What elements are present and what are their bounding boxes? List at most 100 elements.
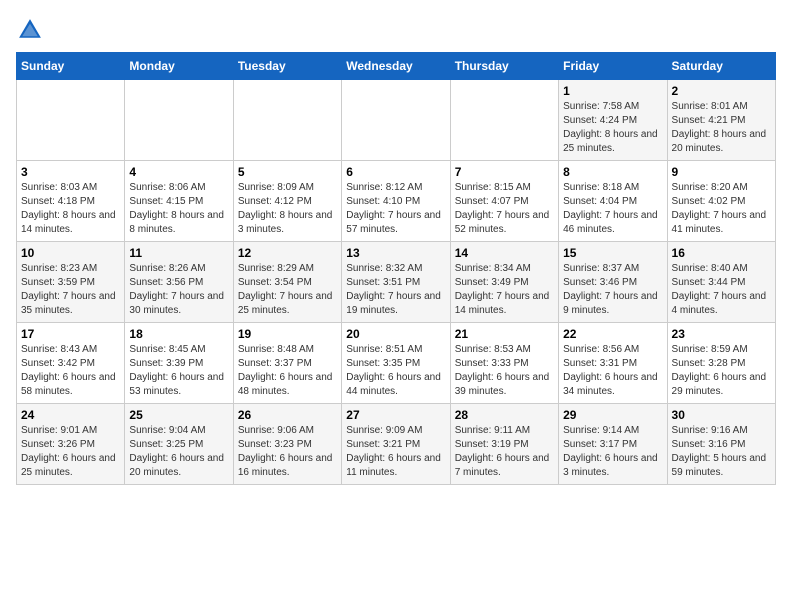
- day-number: 21: [455, 327, 554, 341]
- calendar-cell: [450, 80, 558, 161]
- day-number: 5: [238, 165, 337, 179]
- day-number: 27: [346, 408, 445, 422]
- day-info: Sunrise: 8:29 AM Sunset: 3:54 PM Dayligh…: [238, 262, 337, 318]
- day-info: Sunrise: 9:11 AM Sunset: 3:19 PM Dayligh…: [455, 424, 554, 480]
- weekday-header: Friday: [559, 53, 667, 80]
- calendar-cell: 2 Sunrise: 8:01 AM Sunset: 4:21 PM Daylig…: [667, 80, 775, 161]
- day-info: Sunrise: 8:48 AM Sunset: 3:37 PM Dayligh…: [238, 343, 337, 399]
- calendar-cell: 26 Sunrise: 9:06 AM Sunset: 3:23 PM Dayli…: [233, 404, 341, 485]
- weekday-header: Thursday: [450, 53, 558, 80]
- calendar-cell: 21 Sunrise: 8:53 AM Sunset: 3:33 PM Dayli…: [450, 323, 558, 404]
- day-number: 11: [129, 246, 228, 260]
- day-number: 23: [672, 327, 771, 341]
- calendar-cell: 14 Sunrise: 8:34 AM Sunset: 3:49 PM Dayli…: [450, 242, 558, 323]
- calendar-header: SundayMondayTuesdayWednesdayThursdayFrid…: [17, 53, 776, 80]
- day-number: 25: [129, 408, 228, 422]
- day-info: Sunrise: 8:06 AM Sunset: 4:15 PM Dayligh…: [129, 181, 228, 237]
- day-info: Sunrise: 9:04 AM Sunset: 3:25 PM Dayligh…: [129, 424, 228, 480]
- day-number: 24: [21, 408, 120, 422]
- calendar-cell: 6 Sunrise: 8:12 AM Sunset: 4:10 PM Daylig…: [342, 161, 450, 242]
- calendar-cell: [125, 80, 233, 161]
- day-number: 28: [455, 408, 554, 422]
- day-number: 1: [563, 84, 662, 98]
- day-number: 7: [455, 165, 554, 179]
- calendar-week-row: 3Sunrise: 8:03 AM Sunset: 4:18 PM Daylig…: [17, 161, 776, 242]
- day-number: 14: [455, 246, 554, 260]
- day-number: 22: [563, 327, 662, 341]
- day-info: Sunrise: 8:12 AM Sunset: 4:10 PM Dayligh…: [346, 181, 445, 237]
- calendar-cell: 17 Sunrise: 8:43 AM Sunset: 3:42 PM Dayli…: [17, 323, 125, 404]
- calendar-cell: [233, 80, 341, 161]
- calendar-cell: 16 Sunrise: 8:40 AM Sunset: 3:44 PM Dayli…: [667, 242, 775, 323]
- day-info: Sunrise: 8:03 AM Sunset: 4:18 PM Dayligh…: [21, 181, 120, 237]
- day-info: Sunrise: 8:15 AM Sunset: 4:07 PM Dayligh…: [455, 181, 554, 237]
- calendar-week-row: 17 Sunrise: 8:43 AM Sunset: 3:42 PM Dayli…: [17, 323, 776, 404]
- calendar-cell: 11 Sunrise: 8:26 AM Sunset: 3:56 PM Dayli…: [125, 242, 233, 323]
- weekday-header: Sunday: [17, 53, 125, 80]
- calendar-cell: 24 Sunrise: 9:01 AM Sunset: 3:26 PM Dayli…: [17, 404, 125, 485]
- calendar-cell: 20 Sunrise: 8:51 AM Sunset: 3:35 PM Dayli…: [342, 323, 450, 404]
- logo: [16, 16, 48, 44]
- calendar-cell: [17, 80, 125, 161]
- logo-icon: [16, 16, 44, 44]
- day-number: 26: [238, 408, 337, 422]
- calendar-cell: 28 Sunrise: 9:11 AM Sunset: 3:19 PM Dayli…: [450, 404, 558, 485]
- day-info: Sunrise: 8:40 AM Sunset: 3:44 PM Dayligh…: [672, 262, 771, 318]
- day-number: 13: [346, 246, 445, 260]
- calendar-cell: 7 Sunrise: 8:15 AM Sunset: 4:07 PM Daylig…: [450, 161, 558, 242]
- day-info: Sunrise: 8:37 AM Sunset: 3:46 PM Dayligh…: [563, 262, 662, 318]
- day-info: Sunrise: 8:59 AM Sunset: 3:28 PM Dayligh…: [672, 343, 771, 399]
- calendar-cell: 10Sunrise: 8:23 AM Sunset: 3:59 PM Dayli…: [17, 242, 125, 323]
- day-info: Sunrise: 9:09 AM Sunset: 3:21 PM Dayligh…: [346, 424, 445, 480]
- day-number: 20: [346, 327, 445, 341]
- header: [16, 16, 776, 44]
- day-info: Sunrise: 8:09 AM Sunset: 4:12 PM Dayligh…: [238, 181, 337, 237]
- day-info: Sunrise: 9:14 AM Sunset: 3:17 PM Dayligh…: [563, 424, 662, 480]
- calendar-week-row: 10Sunrise: 8:23 AM Sunset: 3:59 PM Dayli…: [17, 242, 776, 323]
- calendar-week-row: 1 Sunrise: 7:58 AM Sunset: 4:24 PM Daylig…: [17, 80, 776, 161]
- calendar-cell: 4 Sunrise: 8:06 AM Sunset: 4:15 PM Daylig…: [125, 161, 233, 242]
- calendar-cell: 18 Sunrise: 8:45 AM Sunset: 3:39 PM Dayli…: [125, 323, 233, 404]
- day-number: 12: [238, 246, 337, 260]
- weekday-header: Monday: [125, 53, 233, 80]
- calendar-cell: 9 Sunrise: 8:20 AM Sunset: 4:02 PM Daylig…: [667, 161, 775, 242]
- day-number: 16: [672, 246, 771, 260]
- day-number: 18: [129, 327, 228, 341]
- calendar-cell: 8 Sunrise: 8:18 AM Sunset: 4:04 PM Daylig…: [559, 161, 667, 242]
- day-info: Sunrise: 8:20 AM Sunset: 4:02 PM Dayligh…: [672, 181, 771, 237]
- day-info: Sunrise: 8:23 AM Sunset: 3:59 PM Dayligh…: [21, 262, 120, 318]
- day-info: Sunrise: 9:06 AM Sunset: 3:23 PM Dayligh…: [238, 424, 337, 480]
- day-number: 29: [563, 408, 662, 422]
- calendar-week-row: 24 Sunrise: 9:01 AM Sunset: 3:26 PM Dayli…: [17, 404, 776, 485]
- day-number: 19: [238, 327, 337, 341]
- day-number: 9: [672, 165, 771, 179]
- calendar-cell: 25 Sunrise: 9:04 AM Sunset: 3:25 PM Dayli…: [125, 404, 233, 485]
- day-number: 8: [563, 165, 662, 179]
- weekday-header: Saturday: [667, 53, 775, 80]
- calendar-body: 1 Sunrise: 7:58 AM Sunset: 4:24 PM Daylig…: [17, 80, 776, 485]
- day-info: Sunrise: 8:53 AM Sunset: 3:33 PM Dayligh…: [455, 343, 554, 399]
- calendar-table: SundayMondayTuesdayWednesdayThursdayFrid…: [16, 52, 776, 485]
- day-number: 17: [21, 327, 120, 341]
- day-number: 4: [129, 165, 228, 179]
- day-info: Sunrise: 8:18 AM Sunset: 4:04 PM Dayligh…: [563, 181, 662, 237]
- day-info: Sunrise: 8:26 AM Sunset: 3:56 PM Dayligh…: [129, 262, 228, 318]
- weekday-header: Wednesday: [342, 53, 450, 80]
- day-info: Sunrise: 8:51 AM Sunset: 3:35 PM Dayligh…: [346, 343, 445, 399]
- day-info: Sunrise: 8:45 AM Sunset: 3:39 PM Dayligh…: [129, 343, 228, 399]
- calendar-cell: 5 Sunrise: 8:09 AM Sunset: 4:12 PM Daylig…: [233, 161, 341, 242]
- day-info: Sunrise: 8:34 AM Sunset: 3:49 PM Dayligh…: [455, 262, 554, 318]
- calendar-cell: 29 Sunrise: 9:14 AM Sunset: 3:17 PM Dayli…: [559, 404, 667, 485]
- day-number: 2: [672, 84, 771, 98]
- day-number: 6: [346, 165, 445, 179]
- calendar-cell: 3Sunrise: 8:03 AM Sunset: 4:18 PM Daylig…: [17, 161, 125, 242]
- weekday-header: Tuesday: [233, 53, 341, 80]
- day-info: Sunrise: 8:56 AM Sunset: 3:31 PM Dayligh…: [563, 343, 662, 399]
- day-info: Sunrise: 8:43 AM Sunset: 3:42 PM Dayligh…: [21, 343, 120, 399]
- day-info: Sunrise: 7:58 AM Sunset: 4:24 PM Dayligh…: [563, 100, 662, 156]
- day-info: Sunrise: 9:01 AM Sunset: 3:26 PM Dayligh…: [21, 424, 120, 480]
- day-info: Sunrise: 9:16 AM Sunset: 3:16 PM Dayligh…: [672, 424, 771, 480]
- day-info: Sunrise: 8:32 AM Sunset: 3:51 PM Dayligh…: [346, 262, 445, 318]
- day-info: Sunrise: 8:01 AM Sunset: 4:21 PM Dayligh…: [672, 100, 771, 156]
- day-number: 15: [563, 246, 662, 260]
